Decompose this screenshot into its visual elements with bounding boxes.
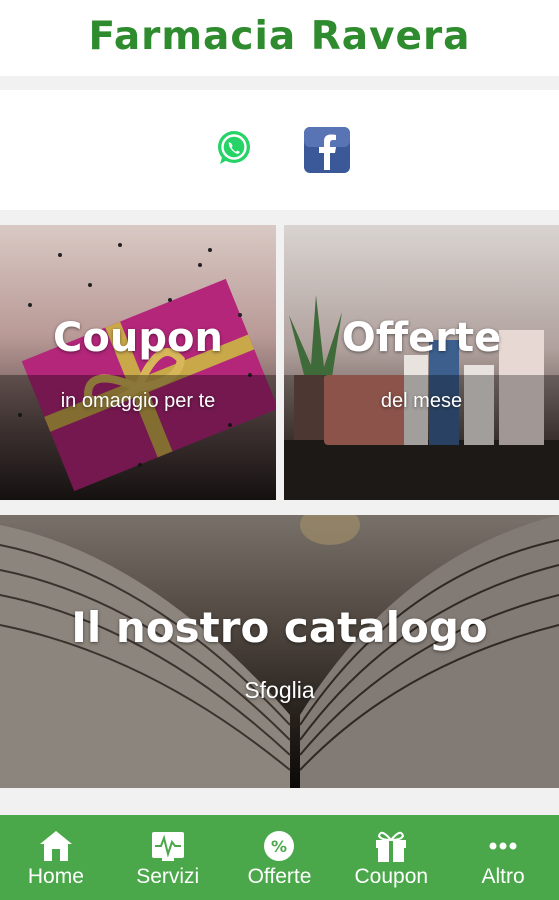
catalog-tile-subtitle: Sfoglia [244, 677, 315, 703]
coupon-tile-subtitle: in omaggio per te [60, 390, 216, 412]
home-icon [39, 831, 72, 861]
nav-coupon[interactable]: Coupon [335, 815, 447, 900]
separator [0, 795, 559, 815]
app-header: Farmacia Ravera [0, 0, 559, 76]
offerte-tile-subtitle: del mese [380, 390, 463, 412]
nav-home-label: Home [27, 865, 84, 888]
offerte-tile-title: Offerte [341, 315, 502, 361]
catalog-tile-title: Il nostro catalogo [71, 603, 488, 652]
nav-coupon-label: Coupon [354, 865, 429, 888]
more-dots-icon [489, 842, 517, 850]
nav-altro[interactable]: Altro [447, 815, 559, 900]
nav-offerte[interactable]: % Offerte [224, 815, 336, 900]
offerte-tile[interactable]: Offerte del mese [284, 225, 559, 500]
gift-image [0, 243, 276, 500]
nav-servizi-label: Servizi [136, 865, 200, 888]
nav-altro-label: Altro [481, 865, 525, 888]
facebook-icon[interactable] [303, 126, 351, 174]
pulse-monitor-icon [151, 832, 184, 861]
catalog-tile[interactable]: Il nostro catalogo Sfoglia [0, 515, 559, 788]
svg-text:%: % [271, 837, 287, 856]
products-image [284, 295, 559, 500]
gift-icon [376, 831, 407, 862]
app-title: Farmacia Ravera [88, 14, 471, 59]
nav-home[interactable]: Home [0, 815, 112, 900]
nav-servizi[interactable]: Servizi [112, 815, 224, 900]
whatsapp-icon[interactable] [214, 128, 254, 168]
percent-badge-icon: % [264, 831, 295, 861]
coupon-tile-title: Coupon [53, 315, 223, 361]
nav-offerte-label: Offerte [247, 865, 312, 888]
social-bar [0, 90, 559, 210]
coupon-tile[interactable]: Coupon in omaggio per te [0, 225, 276, 500]
bottom-nav: Home Servizi % Offerte Coupon Altro [0, 815, 559, 900]
